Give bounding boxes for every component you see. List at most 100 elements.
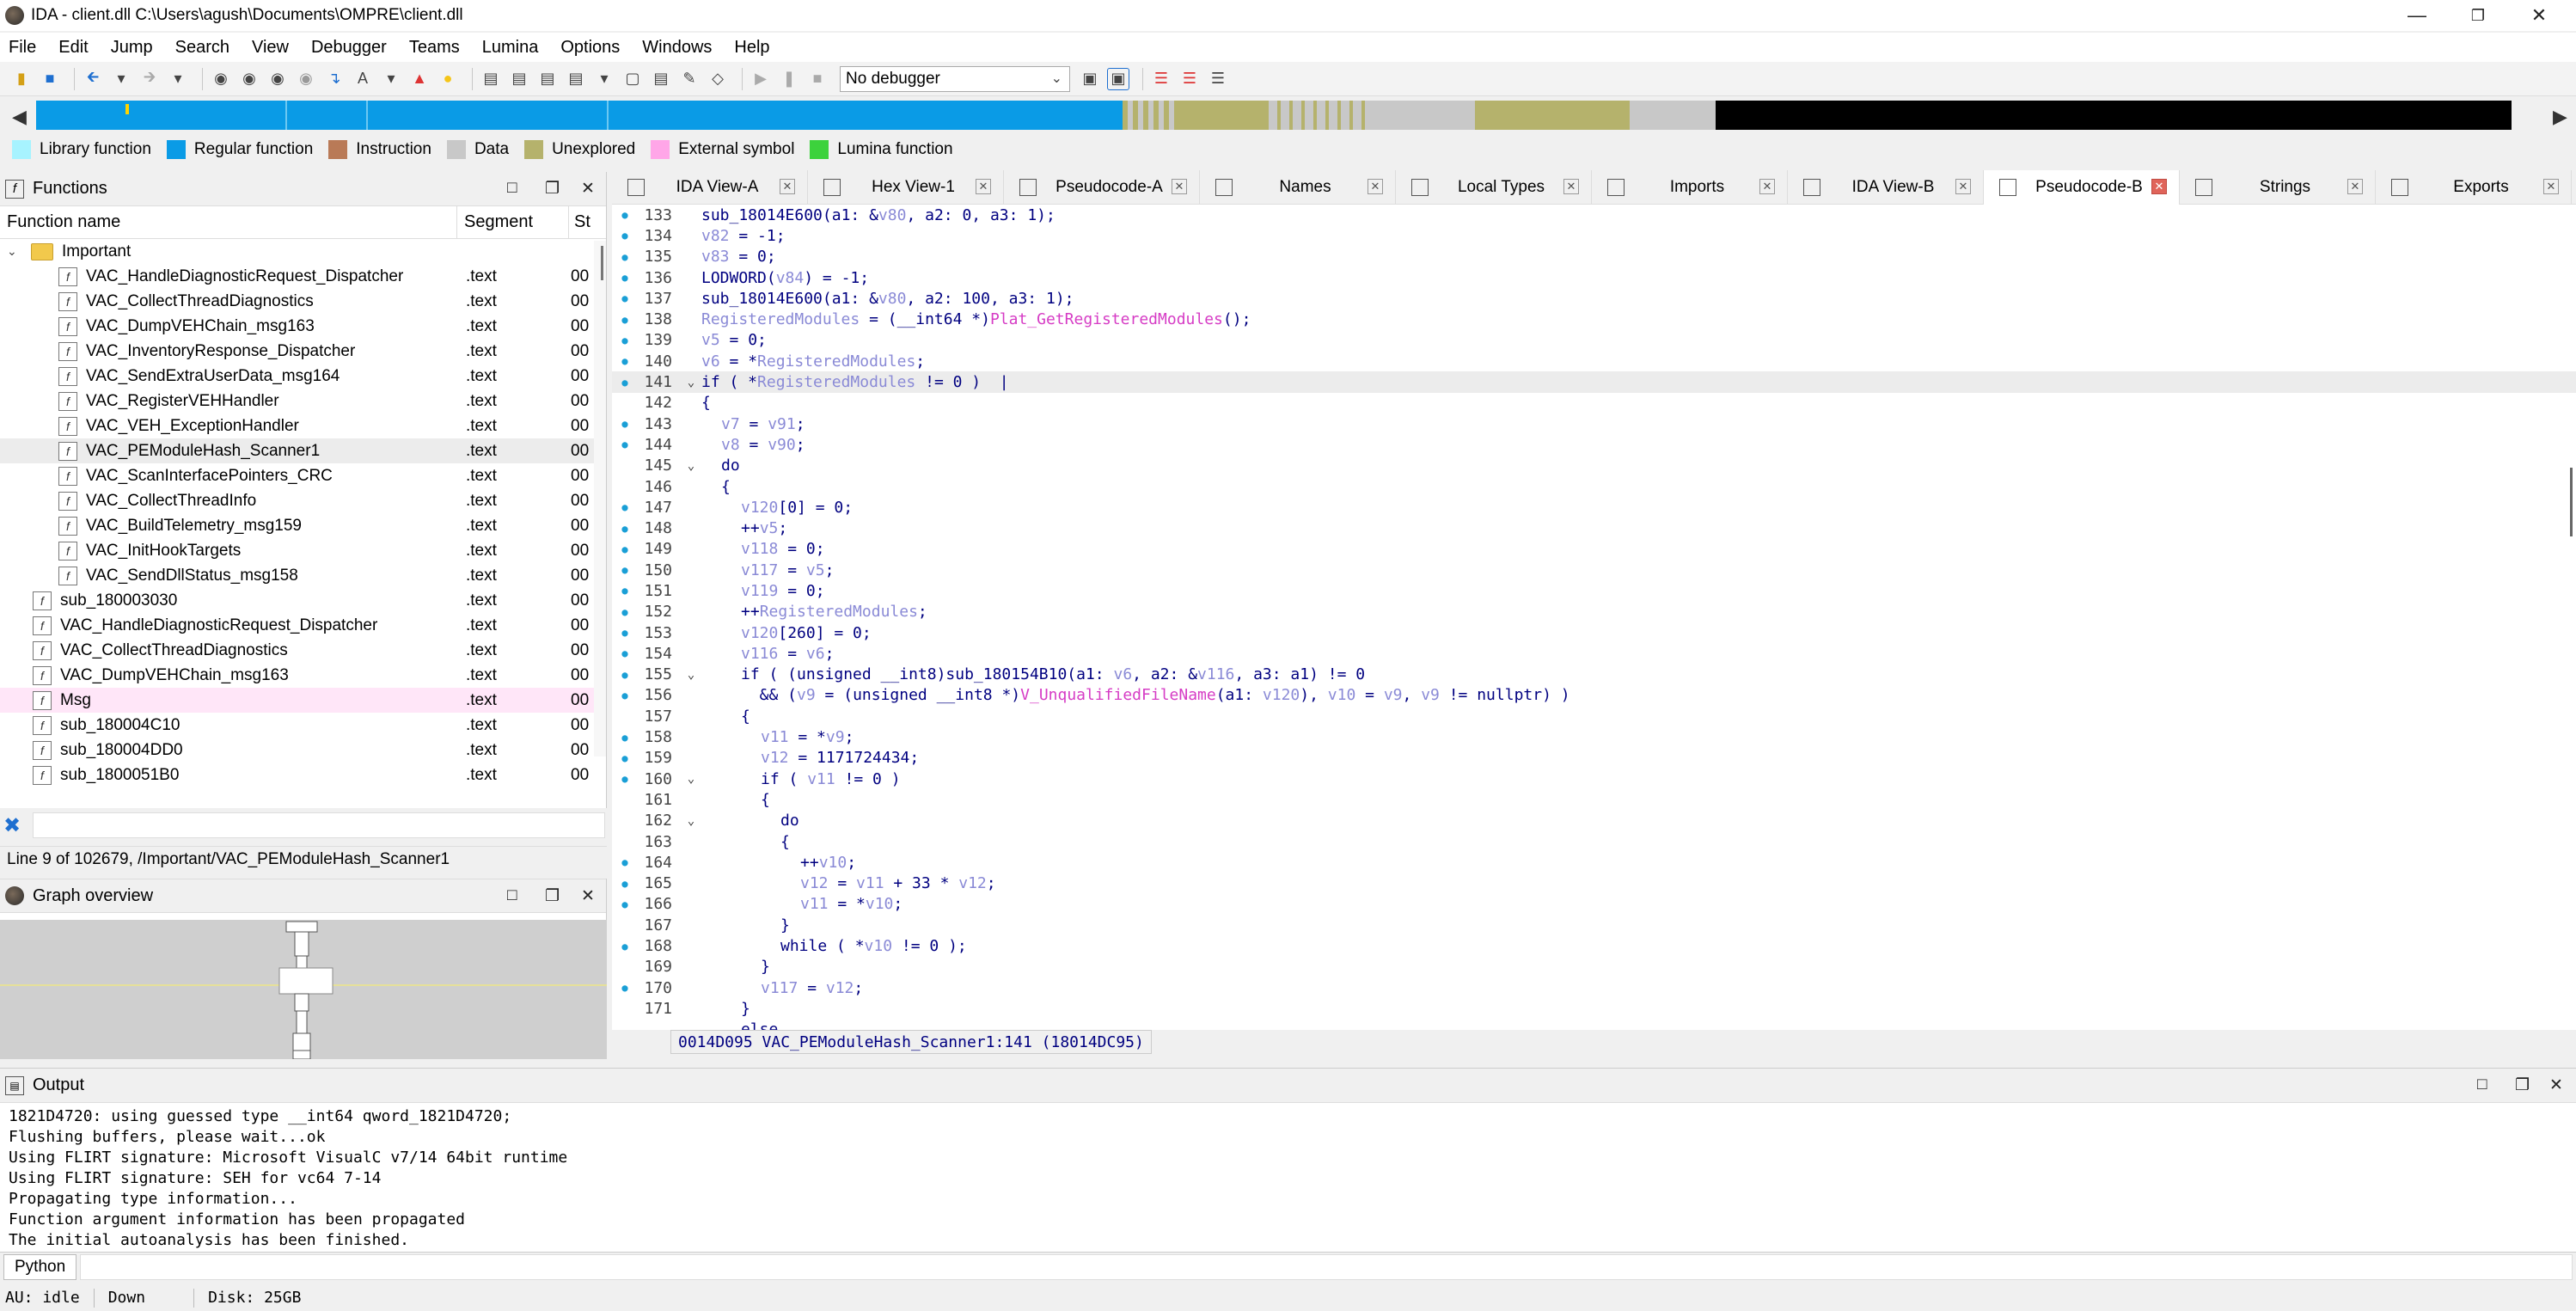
filter-input[interactable]: [33, 812, 606, 838]
code-line[interactable]: ● 133 sub_18014E600(a1: &v80, a2: 0, a3: 1…: [612, 205, 2576, 225]
output-maximize-icon[interactable]: □: [2477, 1075, 2487, 1094]
function-row[interactable]: f sub_180004DD0 .text 00: [0, 738, 606, 763]
code-line[interactable]: ⌄ else: [612, 1020, 2576, 1030]
code-line[interactable]: ● 134 v82 = -1;: [612, 225, 2576, 246]
menu-search[interactable]: Search: [175, 38, 229, 58]
breakpoint-gutter-dot[interactable]: ●: [612, 752, 638, 764]
code-line[interactable]: 162 ⌄ do: [612, 811, 2576, 831]
function-row[interactable]: f sub_1800051B0 .text 00: [0, 763, 606, 787]
code-line[interactable]: ● 141 ⌄ if ( *RegisteredModules != 0 ) |: [612, 371, 2576, 393]
tab-names[interactable]: Names ✕: [1200, 170, 1396, 205]
lightbulb-icon[interactable]: ●: [437, 68, 459, 90]
code-line[interactable]: 161 {: [612, 789, 2576, 810]
pane-maximize-icon[interactable]: □: [507, 179, 517, 198]
code-line[interactable]: ● 144 v8 = v90;: [612, 434, 2576, 455]
back-arrow-icon[interactable]: 🡰: [82, 68, 104, 90]
code-line[interactable]: ● 137 sub_18014E600(a1: &v80, a2: 100, a3:…: [612, 288, 2576, 309]
code-line[interactable]: ● 140 v6 = *RegisteredModules;: [612, 351, 2576, 371]
tab-ida-view-b[interactable]: IDA View-B ✕: [1788, 170, 1984, 205]
tab-close-icon[interactable]: ✕: [2347, 179, 2363, 194]
code-line[interactable]: ● 138 RegisteredModules = (__int64 *)Plat_…: [612, 309, 2576, 329]
code-line[interactable]: ● 160 ⌄ if ( v11 != 0 ): [612, 769, 2576, 789]
menu-help[interactable]: Help: [734, 38, 769, 58]
folder-row[interactable]: ⌄ Important: [0, 239, 606, 264]
menu-debugger[interactable]: Debugger: [311, 38, 387, 58]
menu-options[interactable]: Options: [560, 38, 620, 58]
code-icon[interactable]: ▤: [480, 68, 502, 90]
graph-nodes-icon[interactable]: ◉: [210, 68, 232, 90]
open-folder-icon[interactable]: ▮: [10, 68, 33, 90]
tab-close-icon[interactable]: ✕: [780, 179, 795, 194]
breakpoint-gutter-dot[interactable]: ●: [612, 418, 638, 430]
navigation-strip[interactable]: [36, 101, 2555, 130]
code-line[interactable]: ● 151 v119 = 0;: [612, 580, 2576, 601]
code-line[interactable]: ● 154 v116 = v6;: [612, 643, 2576, 664]
breakpoint-gutter-dot[interactable]: ●: [612, 209, 638, 221]
back-dropdown-icon[interactable]: ▾: [110, 68, 132, 90]
breakpoint-gutter-dot[interactable]: ●: [612, 377, 638, 389]
function-row[interactable]: f VAC_SendDllStatus_msg158 .text 00: [0, 563, 606, 588]
code-line[interactable]: ● 143 v7 = v91;: [612, 414, 2576, 434]
menu-file[interactable]: File: [9, 38, 36, 58]
menu-teams[interactable]: Teams: [409, 38, 460, 58]
tab-exports[interactable]: Exports ✕: [2376, 170, 2572, 205]
collapse-chevron-icon[interactable]: ⌄: [7, 244, 24, 259]
debugger-select[interactable]: No debugger ⌄: [840, 65, 1070, 92]
patch-icon[interactable]: ▤: [565, 68, 587, 90]
text-search-icon[interactable]: A: [352, 68, 374, 90]
tab-pseudocode-b[interactable]: Pseudocode-B ✕: [1984, 170, 2180, 205]
editor-scrollbar[interactable]: [2564, 205, 2576, 1030]
breakpoint-gutter-dot[interactable]: ●: [612, 438, 638, 450]
breakpoint-add-icon[interactable]: ☰: [1178, 68, 1201, 90]
fold-chevron-icon[interactable]: ⌄: [681, 1023, 701, 1030]
breakpoint-gutter-dot[interactable]: ●: [612, 543, 638, 555]
code-line[interactable]: 146 {: [612, 476, 2576, 497]
breakpoint-gutter-dot[interactable]: ●: [612, 773, 638, 785]
search-dropdown-icon[interactable]: ▾: [380, 68, 402, 90]
code-line[interactable]: ● 170 v117 = v12;: [612, 977, 2576, 998]
function-row[interactable]: f Msg .text 00: [0, 688, 606, 713]
diamond-icon[interactable]: ◇: [707, 68, 729, 90]
command-input[interactable]: [80, 1253, 2573, 1280]
tab-close-icon[interactable]: ✕: [2543, 179, 2559, 194]
function-row[interactable]: f VAC_CollectThreadInfo .text 00: [0, 488, 606, 513]
functions-scrollbar[interactable]: [594, 241, 606, 757]
breakpoint-gutter-dot[interactable]: ●: [612, 251, 638, 263]
function-row[interactable]: f VAC_SendExtraUserData_msg164 .text 00: [0, 364, 606, 389]
breakpoint-gutter-dot[interactable]: ●: [612, 940, 638, 953]
forward-dropdown-icon[interactable]: ▾: [167, 68, 189, 90]
breakpoint-gutter-dot[interactable]: ●: [612, 355, 638, 367]
breakpoint-gutter-dot[interactable]: ●: [612, 982, 638, 994]
code-line[interactable]: ● 166 v11 = *v10;: [612, 894, 2576, 915]
breakpoint-list-icon[interactable]: ☰: [1150, 68, 1172, 90]
pause-icon[interactable]: ❚: [778, 68, 800, 90]
function-row[interactable]: f VAC_RegisterVEHHandler .text 00: [0, 389, 606, 414]
code-line[interactable]: 163 {: [612, 831, 2576, 852]
debugger-options-icon[interactable]: ▣: [1079, 68, 1101, 90]
function-row[interactable]: f VAC_ScanInterfacePointers_CRC .text 00: [0, 463, 606, 488]
breakpoint-gutter-dot[interactable]: ●: [612, 501, 638, 513]
fold-chevron-icon[interactable]: ⌄: [681, 772, 701, 786]
breakpoint-gutter-dot[interactable]: ●: [612, 314, 638, 326]
tab-close-icon[interactable]: ✕: [1368, 179, 1383, 194]
tab-close-icon[interactable]: ✕: [976, 179, 991, 194]
graph-close-icon[interactable]: ✕: [581, 886, 595, 906]
tab-close-icon[interactable]: ✕: [1759, 179, 1775, 194]
tab-ida-view-a[interactable]: IDA View-A ✕: [612, 170, 808, 205]
code-line[interactable]: ● 153 v120[260] = 0;: [612, 622, 2576, 643]
breakpoint-gutter-dot[interactable]: ●: [612, 292, 638, 304]
breakpoint-gutter-dot[interactable]: ●: [612, 856, 638, 868]
code-line[interactable]: 145 ⌄ do: [612, 456, 2576, 476]
output-float-icon[interactable]: ❐: [2515, 1075, 2530, 1095]
code-line[interactable]: ● 155 ⌄ if ( (unsigned __int8)sub_180154B10…: [612, 665, 2576, 685]
debugger-attach-icon[interactable]: ▣: [1107, 67, 1129, 90]
function-row[interactable]: f VAC_CollectThreadDiagnostics .text 00: [0, 289, 606, 314]
breakpoint-gutter-dot[interactable]: ●: [612, 606, 638, 618]
code-line[interactable]: ● 152 ++RegisteredModules;: [612, 602, 2576, 622]
code-line[interactable]: 142 {: [612, 393, 2576, 414]
fold-chevron-icon[interactable]: ⌄: [681, 814, 701, 828]
column-segment[interactable]: Segment: [457, 206, 569, 238]
names-icon[interactable]: ◉: [266, 68, 289, 90]
fold-chevron-icon[interactable]: ⌄: [681, 668, 701, 682]
struct-icon[interactable]: ▤: [650, 68, 672, 90]
